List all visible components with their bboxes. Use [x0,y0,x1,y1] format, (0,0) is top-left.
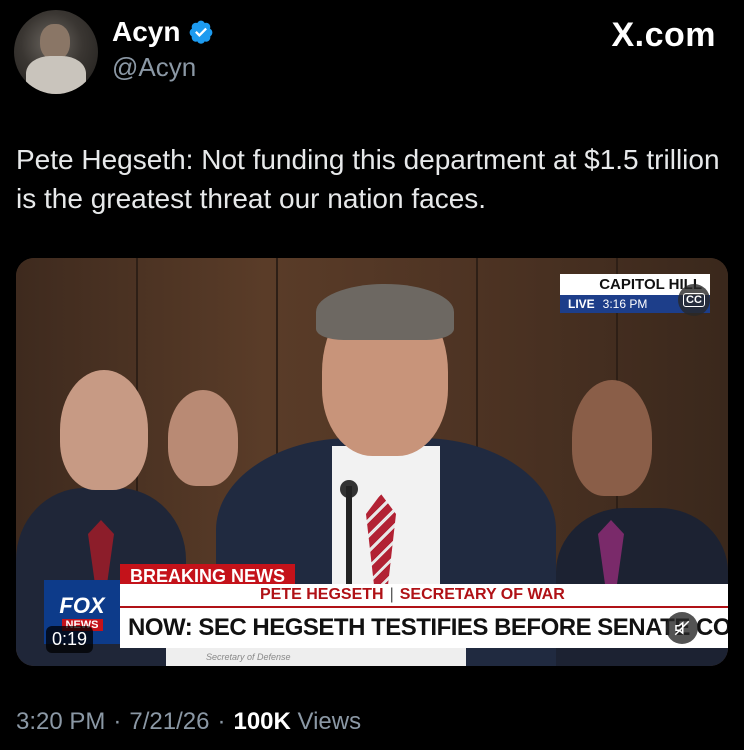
meta-dot: · [217,708,226,735]
avatar-head [40,24,70,60]
background-person-left-head [60,370,148,490]
tweet-date[interactable]: 7/21/26 [129,708,209,736]
fox-logo-text: FOX [59,593,105,618]
bug-time: 3:16 PM [602,297,648,311]
wall-panel [136,258,138,518]
author-handle[interactable]: @Acyn [112,52,196,83]
captions-button[interactable]: CC [678,284,710,316]
background-person-head [168,390,238,486]
video-player[interactable]: CAPITOL HILL LIVE 3:16 PM CC BREAKING NE… [16,258,728,666]
muted-speaker-icon [674,620,690,636]
background-person-right-head [572,380,652,496]
mute-button[interactable] [666,612,698,644]
avatar[interactable] [14,10,98,94]
speaker-role: SECRETARY OF WAR [399,586,565,603]
speaker-strip: PETE HEGSETH | SECRETARY OF WAR [120,584,728,606]
captions-icon: CC [683,293,705,307]
tweet-text: Pete Hegseth: Not funding this departmen… [16,144,720,214]
chyron-headline: NOW: SEC HEGSETH TESTIFIES BEFORE SENATE… [120,606,728,648]
views-count: 100K [233,708,291,735]
tweet-time[interactable]: 3:20 PM [16,708,105,736]
author-name[interactable]: Acyn [112,16,180,48]
speaker-name: PETE HEGSETH [260,586,384,603]
speaker-hair [316,284,454,340]
views[interactable]: 100K Views [233,708,361,736]
verified-badge-icon [190,20,213,44]
strip-separator: | [389,586,394,603]
meta-dot: · [113,708,122,735]
tweet-meta: 3:20 PM · 7/21/26 · 100K Views [16,708,361,736]
video-timestamp: 0:19 [46,626,94,653]
author-name-row: Acyn [112,16,214,48]
avatar-body [26,56,86,94]
bug-live: LIVE [568,297,595,311]
views-label: Views [297,708,362,735]
nameplate: Secretary of Defense [166,648,466,666]
site-label: X.com [611,16,716,54]
